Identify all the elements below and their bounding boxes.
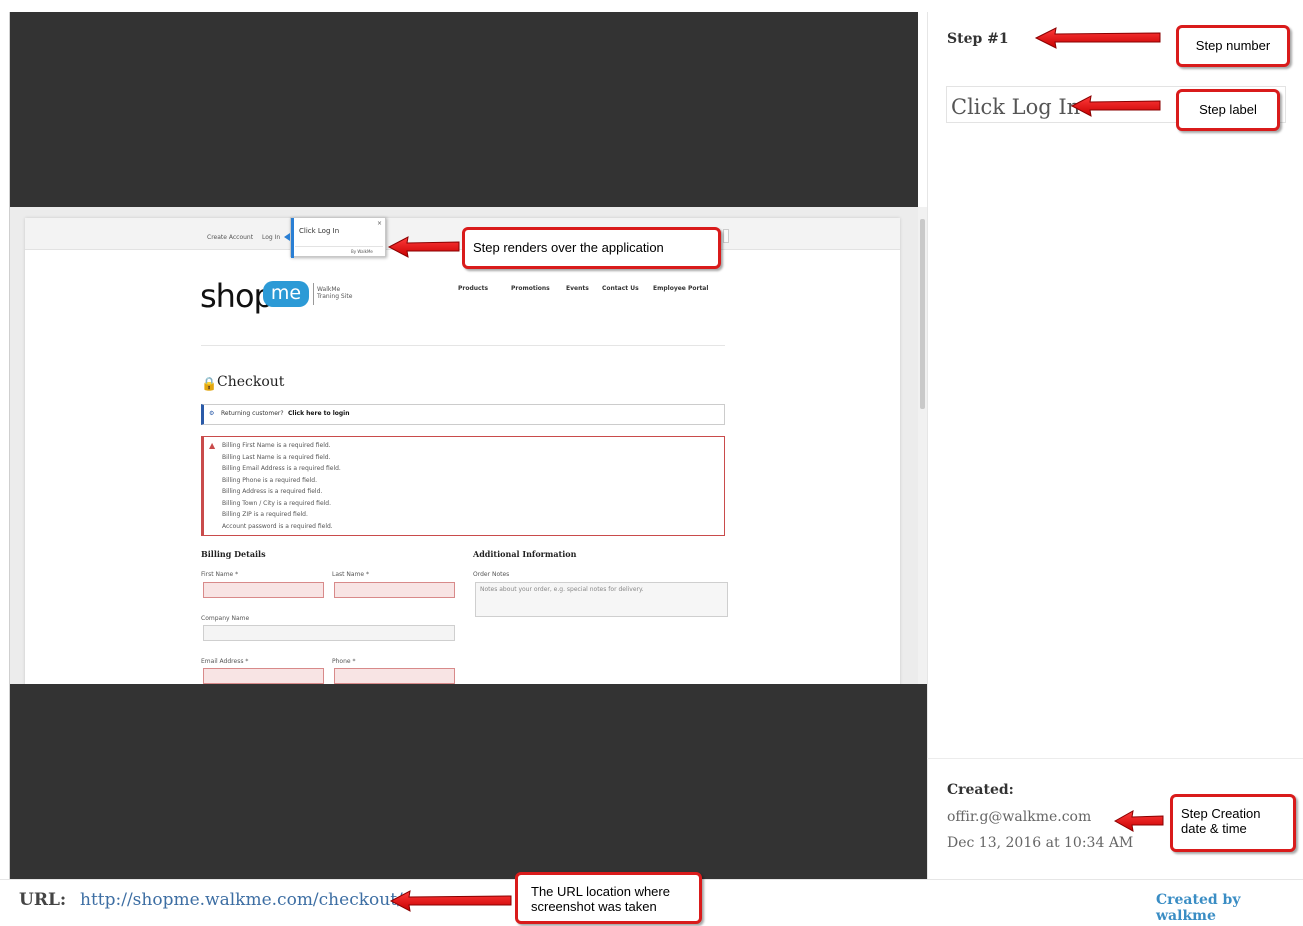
email-label: Email Address *: [201, 658, 249, 665]
app-nav-create-account[interactable]: Create Account: [207, 234, 253, 241]
url-label: URL:: [19, 890, 67, 910]
menu-promotions[interactable]: Promotions: [511, 285, 550, 292]
created-email: offir.g@walkme.com: [947, 809, 1092, 825]
checkout-title: Checkout: [217, 374, 285, 390]
header-divider: [201, 345, 725, 346]
left-edge: [0, 12, 10, 879]
callout-step-number: Step number: [1176, 25, 1290, 67]
phone-label: Phone *: [332, 658, 356, 665]
gear-icon: ⚙: [209, 410, 215, 417]
backdrop-top: [10, 12, 918, 207]
tooltip-text: Click Log In: [299, 227, 340, 235]
returning-prefix: Returning customer?: [221, 410, 284, 417]
menu-employee-portal[interactable]: Employee Portal: [653, 285, 708, 292]
menu-contact-us[interactable]: Contact Us: [602, 285, 639, 292]
logo-tag-training: Traning Site: [317, 293, 353, 300]
app-search-edge: [723, 229, 729, 243]
lock-icon: 🔒: [201, 377, 218, 392]
error-item: Billing Phone is a required field.: [222, 476, 317, 484]
screenshot-scrollbar[interactable]: [918, 207, 927, 684]
error-item: Billing ZIP is a required field.: [222, 511, 308, 518]
tooltip-accent: [291, 218, 294, 258]
backdrop-bottom: [10, 684, 927, 879]
callout-step-renders: Step renders over the application: [462, 227, 721, 269]
step-details-panel: [927, 12, 1303, 879]
walkme-tooltip[interactable]: Click Log In × By WalkMe: [290, 217, 386, 258]
error-item: Billing Town / City is a required field.: [222, 499, 332, 507]
first-name-input[interactable]: [203, 582, 324, 598]
step-number: Step #1: [947, 31, 1009, 47]
created-heading: Created:: [947, 782, 1014, 798]
first-name-label: First Name *: [201, 571, 239, 578]
company-name-input[interactable]: [203, 625, 455, 641]
email-input[interactable]: [203, 668, 324, 684]
tooltip-pointer-icon: [284, 233, 290, 241]
error-item: Billing Email Address is a required fiel…: [222, 465, 341, 472]
last-name-label: Last Name *: [332, 571, 370, 578]
step-label: Click Log In: [951, 95, 1081, 119]
menu-products[interactable]: Products: [458, 285, 488, 292]
error-item: Billing Address is a required field.: [222, 488, 323, 495]
scrollbar-thumb[interactable]: [920, 219, 925, 409]
last-name-input[interactable]: [334, 582, 455, 598]
url-link[interactable]: http://shopme.walkme.com/checkout/: [80, 890, 403, 910]
company-name-label: Company Name: [201, 615, 250, 622]
error-item: Billing Last Name is a required field.: [222, 453, 331, 461]
app-nav-log-in[interactable]: Log In: [262, 234, 280, 241]
additional-information-title: Additional Information: [473, 549, 577, 559]
callout-step-creation: Step Creation date & time: [1170, 794, 1296, 852]
callout-url-location: The URL location where screenshot was ta…: [515, 872, 702, 924]
top-strip: [0, 0, 1303, 12]
menu-events[interactable]: Events: [566, 285, 589, 292]
application-screenshot: Create Account Log In Click Log In × By …: [10, 207, 918, 684]
shopme-logo-badge: me: [263, 281, 309, 307]
created-by-walkme-link[interactable]: Created by walkme: [1156, 892, 1303, 924]
tooltip-close-icon[interactable]: ×: [377, 220, 382, 227]
returning-login-link[interactable]: Click here to login: [288, 410, 350, 417]
created-datetime: Dec 13, 2016 at 10:34 AM: [947, 835, 1134, 851]
callout-step-label: Step label: [1176, 89, 1280, 131]
tooltip-brand: By WalkMe: [351, 249, 373, 254]
order-notes-placeholder: Notes about your order, e.g. special not…: [480, 586, 644, 593]
tooltip-divider: [295, 246, 383, 247]
shopme-logo-word: shop: [200, 277, 274, 315]
error-item: Billing First Name is a required field.: [222, 442, 331, 449]
billing-details-title: Billing Details: [201, 549, 266, 559]
order-notes-label: Order Notes: [473, 571, 510, 578]
logo-divider: [313, 283, 314, 305]
phone-input[interactable]: [334, 668, 455, 684]
warning-icon: ▲: [209, 441, 216, 450]
logo-tag-walkme: WalkMe: [317, 286, 341, 293]
error-list: Billing First Name is a required field. …: [222, 440, 341, 532]
created-divider: [927, 758, 1303, 759]
error-item: Account password is a required field.: [222, 522, 333, 530]
